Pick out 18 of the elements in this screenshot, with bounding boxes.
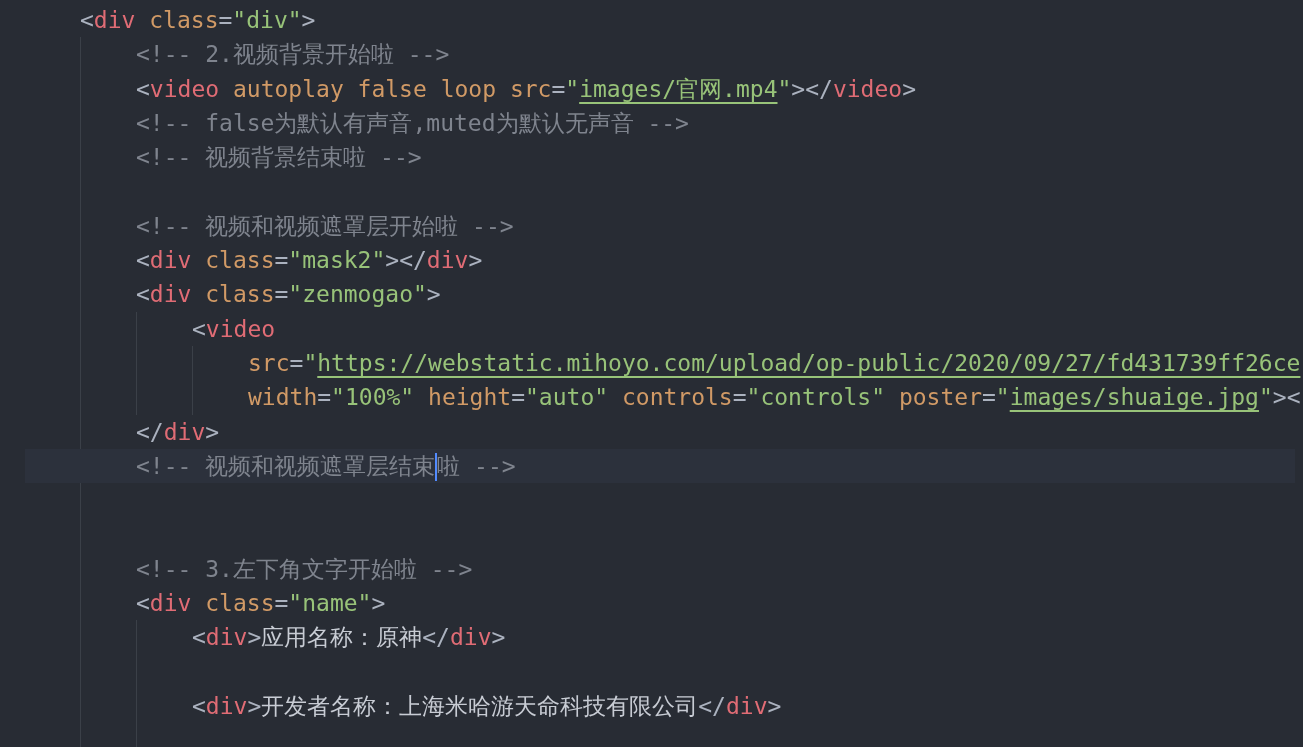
code-line: <!-- 视频背景结束啦 --> [136, 143, 422, 173]
code-line: <div>开发者名称：上海米哈游天命科技有限公司</div> [192, 691, 782, 721]
code-line: <!-- 视频和视频遮罩层开始啦 --> [136, 211, 514, 241]
code-line: <div class="name"> [136, 589, 386, 619]
code-line: <div>应用名称：原神</div> [192, 623, 506, 653]
code-line: <video [192, 314, 276, 344]
code-line: <!-- 2.视频背景开始啦 --> [136, 40, 450, 70]
code-line: src="https://webstatic.mihoyo.com/upload/op-public/2020/09/27/fd431739ff26ce [248, 348, 1301, 378]
code-line: <div class="div"> [80, 6, 316, 35]
code-line: width="100%" height="auto" controls="controls" poster="images/shuaige.jpg">< [248, 383, 1301, 413]
code-line: </div> [136, 417, 220, 447]
code-line: <div class="mask2"></div> [136, 246, 483, 276]
code-line: <video autoplay false loop src="images/官网.mp4"></video> [136, 74, 916, 104]
code-line: <!-- 3.左下角文字开始啦 --> [136, 554, 473, 584]
code-line: <!-- false为默认有声音,muted为默认无声音 --> [136, 108, 689, 138]
code-line: <!-- 视频和视频遮罩层结束啦 --> [136, 448, 516, 484]
code-line: <div class="zenmogao"> [136, 280, 441, 310]
text-cursor [435, 453, 438, 482]
